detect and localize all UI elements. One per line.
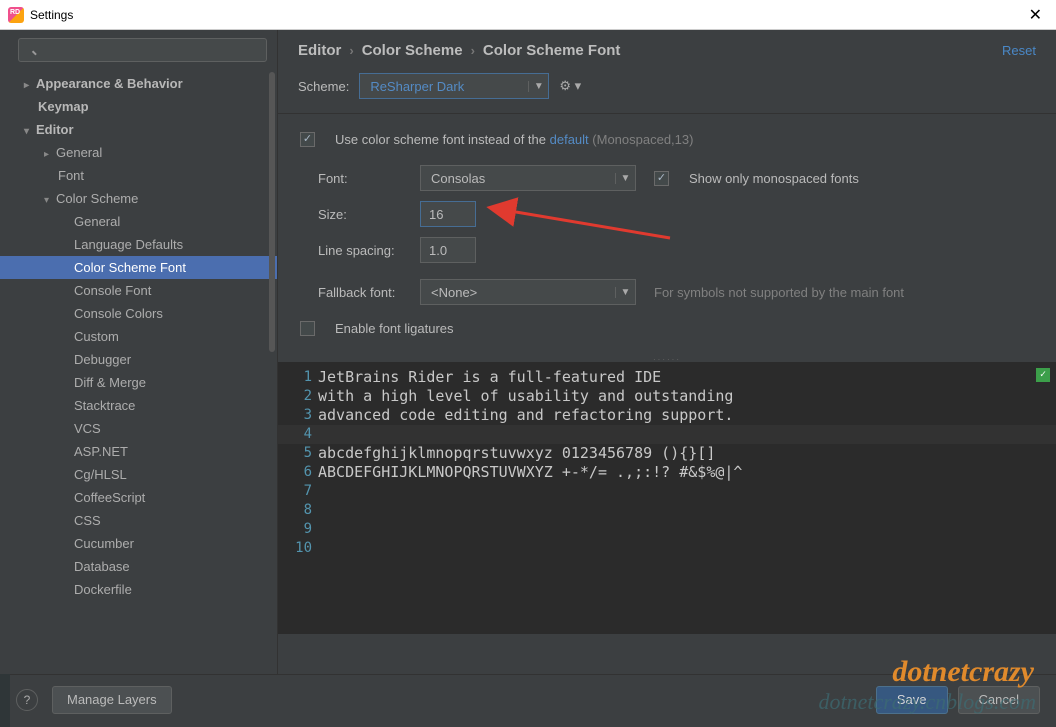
tree-item-stacktrace[interactable]: Stacktrace bbox=[0, 394, 277, 417]
tree-item-console-font[interactable]: Console Font bbox=[0, 279, 277, 302]
tree-item-cg-hlsl[interactable]: Cg/HLSL bbox=[0, 463, 277, 486]
sidebar: ▸Appearance & BehaviorKeymap▾Editor▸Gene… bbox=[0, 30, 278, 674]
tree-item-custom[interactable]: Custom bbox=[0, 325, 277, 348]
tree-item-database[interactable]: Database bbox=[0, 555, 277, 578]
gear-icon[interactable]: ⚙ ▾ bbox=[559, 78, 581, 94]
titlebar: Settings ✕ bbox=[0, 0, 1056, 30]
tree-item-keymap[interactable]: Keymap bbox=[0, 95, 277, 118]
tree-item-diff-merge[interactable]: Diff & Merge bbox=[0, 371, 277, 394]
chevron-right-icon: › bbox=[471, 43, 475, 58]
tree-item-console-colors[interactable]: Console Colors bbox=[0, 302, 277, 325]
chevron-right-icon: › bbox=[349, 43, 353, 58]
fallback-label: Fallback font: bbox=[318, 285, 408, 300]
help-button[interactable]: ? bbox=[16, 689, 38, 711]
manage-layers-button[interactable]: Manage Layers bbox=[52, 686, 172, 714]
crumb-colorscheme[interactable]: Color Scheme bbox=[362, 42, 463, 59]
tree-item-coffeescript[interactable]: CoffeeScript bbox=[0, 486, 277, 509]
tree-item-color-scheme-font[interactable]: Color Scheme Font bbox=[0, 256, 277, 279]
app-icon bbox=[8, 7, 24, 23]
save-button[interactable]: Save bbox=[876, 686, 948, 714]
tree-item-color-scheme[interactable]: ▾Color Scheme bbox=[0, 187, 277, 210]
use-scheme-checkbox[interactable] bbox=[300, 132, 315, 147]
crumb-editor[interactable]: Editor bbox=[298, 42, 341, 59]
preview-gutter: 12345678910 bbox=[278, 362, 312, 558]
size-input[interactable] bbox=[420, 201, 476, 227]
use-scheme-label: Use color scheme font instead of the def… bbox=[335, 132, 693, 147]
tree-item-general[interactable]: ▸General bbox=[0, 141, 277, 164]
preview-code: JetBrains Rider is a full-featured IDEwi… bbox=[318, 368, 1050, 558]
scrollbar[interactable] bbox=[269, 72, 275, 352]
tree-arrow-icon: ▸ bbox=[44, 149, 56, 160]
cancel-button[interactable]: Cancel bbox=[958, 686, 1040, 714]
check-icon: ✓ bbox=[1036, 368, 1050, 382]
scheme-label: Scheme: bbox=[298, 79, 349, 94]
tree-item-font[interactable]: Font bbox=[0, 164, 277, 187]
size-label: Size: bbox=[318, 207, 408, 222]
mono-checkbox[interactable] bbox=[654, 171, 669, 186]
settings-tree[interactable]: ▸Appearance & BehaviorKeymap▾Editor▸Gene… bbox=[0, 68, 277, 674]
window-title: Settings bbox=[30, 8, 1023, 22]
close-icon[interactable]: ✕ bbox=[1023, 5, 1048, 25]
tree-item-editor[interactable]: ▾Editor bbox=[0, 118, 277, 141]
tree-item-dockerfile[interactable]: Dockerfile bbox=[0, 578, 277, 601]
mono-label: Show only monospaced fonts bbox=[689, 171, 859, 186]
tree-item-appearance-behavior[interactable]: ▸Appearance & Behavior bbox=[0, 72, 277, 95]
breadcrumb: Editor › Color Scheme › Color Scheme Fon… bbox=[278, 30, 1056, 69]
tree-item-asp-net[interactable]: ASP.NET bbox=[0, 440, 277, 463]
scheme-value: ReSharper Dark bbox=[360, 79, 528, 94]
tree-item-vcs[interactable]: VCS bbox=[0, 417, 277, 440]
scheme-dropdown[interactable]: ReSharper Dark ▼ bbox=[359, 73, 549, 99]
fallback-dropdown[interactable]: <None> ▼ bbox=[420, 279, 636, 305]
tree-arrow-icon: ▾ bbox=[44, 195, 56, 206]
fallback-hint: For symbols not supported by the main fo… bbox=[654, 285, 904, 300]
ligatures-label: Enable font ligatures bbox=[335, 321, 454, 336]
crumb-current: Color Scheme Font bbox=[483, 42, 621, 59]
tree-arrow-icon: ▸ bbox=[24, 80, 36, 91]
default-link[interactable]: default bbox=[550, 132, 589, 147]
font-label: Font: bbox=[318, 171, 408, 186]
font-preview: 12345678910 JetBrains Rider is a full-fe… bbox=[278, 362, 1056, 634]
tree-item-cucumber[interactable]: Cucumber bbox=[0, 532, 277, 555]
chevron-down-icon: ▼ bbox=[615, 173, 635, 184]
font-dropdown[interactable]: Consolas ▼ bbox=[420, 165, 636, 191]
chevron-down-icon: ▼ bbox=[615, 287, 635, 298]
ligatures-checkbox[interactable] bbox=[300, 321, 315, 336]
tree-item-general[interactable]: General bbox=[0, 210, 277, 233]
linespacing-label: Line spacing: bbox=[318, 243, 408, 258]
tree-item-css[interactable]: CSS bbox=[0, 509, 277, 532]
dialog-footer: ? Manage Layers Save Cancel bbox=[0, 674, 1056, 724]
chevron-down-icon: ▼ bbox=[528, 81, 548, 92]
linespacing-input[interactable] bbox=[420, 237, 476, 263]
search-input[interactable] bbox=[18, 38, 267, 62]
tree-arrow-icon: ▾ bbox=[24, 126, 36, 137]
tree-item-debugger[interactable]: Debugger bbox=[0, 348, 277, 371]
reset-link[interactable]: Reset bbox=[1002, 43, 1036, 58]
tree-item-language-defaults[interactable]: Language Defaults bbox=[0, 233, 277, 256]
